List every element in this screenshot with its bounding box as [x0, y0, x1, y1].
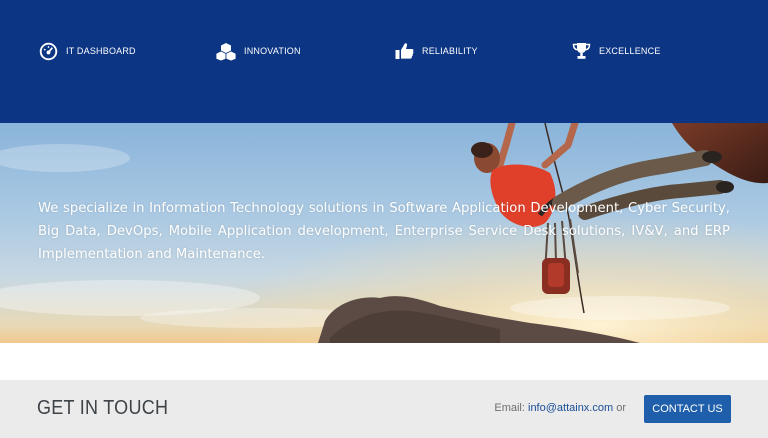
- or-text: or: [613, 402, 626, 414]
- feature-label: EXCELLENCE: [599, 46, 661, 56]
- feature-innovation[interactable]: INNOVATION: [215, 41, 301, 61]
- feature-label: INNOVATION: [244, 46, 301, 56]
- dashboard-gauge-icon: [37, 41, 59, 61]
- cubes-icon: [215, 41, 237, 61]
- contact-band: GET IN TOUCH Email: info@attainx.com or …: [0, 380, 768, 438]
- contact-title: GET IN TOUCH: [37, 397, 169, 419]
- feature-it-dashboard[interactable]: IT DASHBOARD: [37, 41, 136, 61]
- feature-label: IT DASHBOARD: [66, 46, 136, 56]
- hero-description: We specialize in Information Technology …: [38, 201, 730, 262]
- feature-label: RELIABILITY: [422, 46, 478, 56]
- email-link[interactable]: info@attainx.com: [528, 402, 613, 414]
- email-prefix: Email:: [494, 402, 528, 414]
- hero-banner: We specialize in Information Technology …: [0, 123, 768, 343]
- feature-reliability[interactable]: RELIABILITY: [393, 41, 478, 61]
- feature-excellence[interactable]: EXCELLENCE: [570, 41, 661, 61]
- spacer: [0, 343, 768, 380]
- contact-us-button[interactable]: CONTACT US: [644, 395, 731, 423]
- features-band: IT DASHBOARD INNOVATION RELIABILITY EXCE…: [0, 0, 768, 123]
- email-row: Email: info@attainx.com or: [494, 402, 626, 414]
- thumbs-up-icon: [393, 41, 415, 61]
- trophy-icon: [570, 41, 592, 61]
